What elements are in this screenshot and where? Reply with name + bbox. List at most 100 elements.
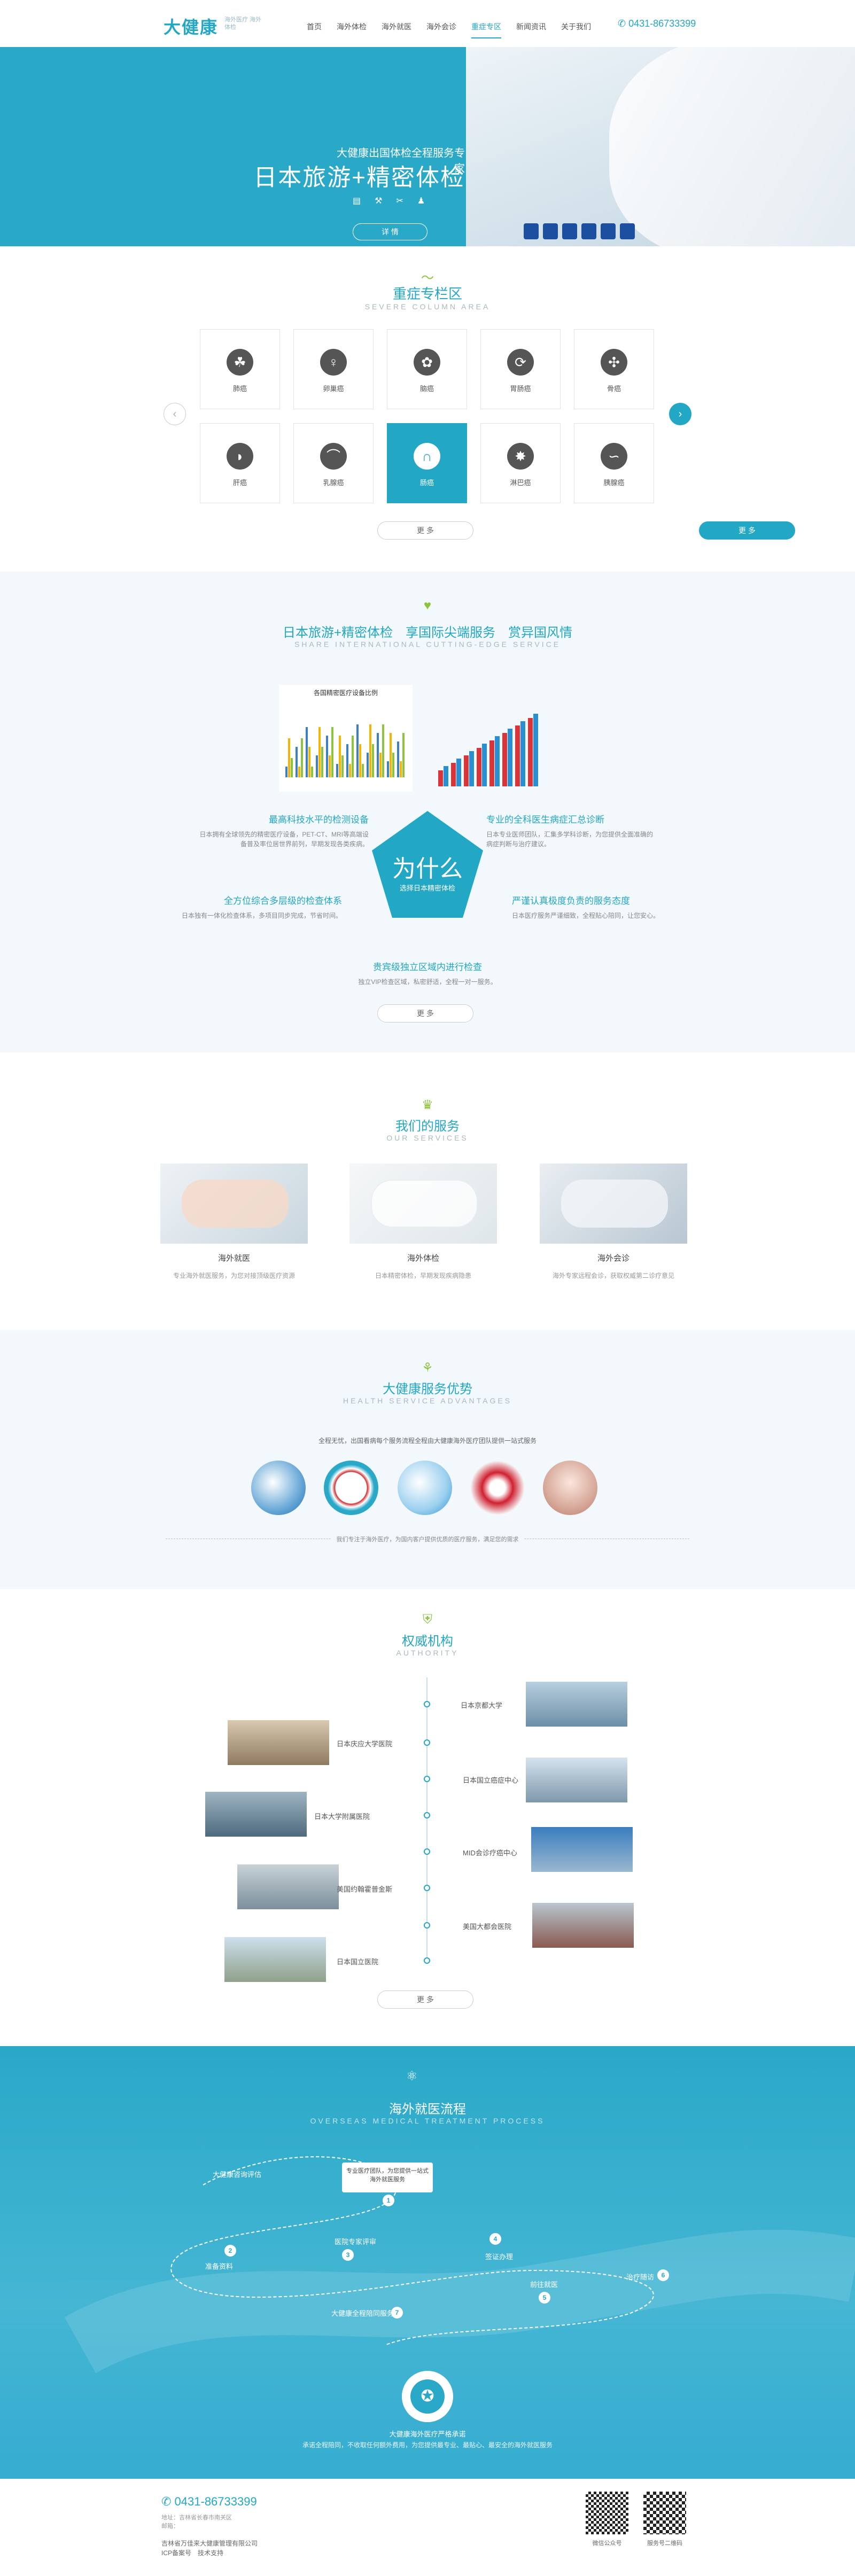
process-step-label: 大健康咨询评估: [213, 2171, 262, 2179]
stomach-icon: ⟳: [507, 349, 534, 376]
process-title: 海外就医流程: [389, 2102, 466, 2117]
service-card-2[interactable]: 海外体检 日本精密体检，早期发现疾病隐患: [349, 1164, 497, 1281]
institution-image[interactable]: [531, 1827, 633, 1872]
timeline-dot: [424, 1812, 430, 1818]
chart-bar-mark: [291, 758, 293, 777]
chart-bar-mark: [331, 727, 333, 777]
advantage-circle-2[interactable]: [324, 1461, 378, 1515]
process-step-node[interactable]: 2: [224, 2245, 236, 2257]
area-item-label: 骨癌: [607, 385, 621, 393]
site-header: 大健康 海外医疗 海外体检 首页 海外体检 海外就医 海外会诊 重症专区 新闻资…: [0, 0, 855, 47]
institution-image[interactable]: [205, 1792, 307, 1837]
authority-subtitle: AUTHORITY: [396, 1649, 459, 1657]
chart-bar-mark: [377, 733, 379, 777]
nav-home[interactable]: 首页: [299, 19, 329, 34]
why-subtitle: SHARE INTERNATIONAL CUTTING-EDGE SERVICE: [294, 640, 561, 649]
advantage-circle-1[interactable]: [251, 1461, 306, 1515]
nav-severe[interactable]: 重症专区: [464, 19, 509, 38]
footer-icp: ICP备案号 技术支持: [161, 2549, 224, 2557]
next-arrow-button[interactable]: ›: [669, 403, 691, 425]
advantage-circle-3[interactable]: [398, 1461, 452, 1515]
chart-bar-mark: [341, 755, 344, 777]
process-step-node[interactable]: 4: [489, 2233, 501, 2245]
service-desc: 专业海外就医服务，为您对接顶级医疗资源: [173, 1272, 295, 1279]
chart-bar-mark: [329, 755, 331, 777]
timeline-dot: [424, 1776, 430, 1782]
process-step-label: 治疗随访: [626, 2273, 655, 2281]
advantages-title: 大健康服务优势: [383, 1382, 472, 1396]
institution-name: 美国大都会医院: [463, 1923, 512, 1931]
area-item[interactable]: ◗ 肝癌: [200, 423, 280, 503]
logo-subtitle: 海外医疗 海外体检: [224, 17, 262, 30]
authority-more-button[interactable]: 更 多: [377, 1990, 473, 2009]
area-item[interactable]: ✸ 淋巴癌: [480, 423, 561, 503]
authority-title: 权威机构: [402, 1634, 453, 1649]
area-item[interactable]: ⌒ 乳腺癌: [293, 423, 374, 503]
tools-icon: ⚒: [375, 197, 383, 206]
institution-image[interactable]: [532, 1903, 634, 1948]
institution-image[interactable]: [237, 1864, 339, 1909]
process-step-node[interactable]: 3: [342, 2249, 354, 2261]
nav-checkup[interactable]: 海外体检: [329, 19, 374, 34]
institution-name: 日本京都大学: [461, 1701, 503, 1709]
chart-bar-mark: [311, 767, 313, 777]
why-item-desc: 日本医疗服务严谨细致，全程贴心陪同，让您安心。: [512, 912, 660, 919]
nav-about[interactable]: 关于我们: [554, 19, 598, 34]
wrench-icon: ✂: [396, 197, 403, 206]
footer-phone-number: 0431-86733399: [174, 2495, 257, 2508]
institution-image[interactable]: [526, 1758, 627, 1802]
main-nav: 首页 海外体检 海外就医 海外会诊 重症专区 新闻资讯 关于我们: [299, 19, 598, 38]
institution-image[interactable]: [228, 1720, 329, 1765]
advantage-circle-4[interactable]: [470, 1461, 525, 1515]
process-step-label: 医院专家评审: [335, 2238, 377, 2246]
area-item[interactable]: ∽ 胰腺癌: [574, 423, 654, 503]
institution-name: MID会诊疗癌中心: [463, 1849, 517, 1857]
why-big-text: 为什么: [392, 856, 463, 882]
area-more-button[interactable]: 更 多: [377, 521, 473, 540]
user-icon: ♟: [417, 197, 425, 206]
institution-image[interactable]: [224, 1937, 326, 1982]
area-item-label: 肠癌: [419, 479, 434, 487]
why-item-desc: 独立VIP检查区域，私密舒适，全程一对一服务。: [358, 978, 497, 986]
area-item[interactable]: ♀ 卵巢癌: [293, 329, 374, 409]
qr-label-2: 服务号二维码: [647, 2540, 682, 2547]
document-icon: ▤: [353, 197, 361, 206]
banner-title: 日本旅游+精密体检: [253, 165, 465, 191]
service-card-3[interactable]: 海外会诊 海外专家远程会诊，获取权威第二诊疗意见: [540, 1164, 687, 1281]
chart-3d-mark: [451, 763, 456, 786]
banner-detail-button[interactable]: 详 情: [353, 223, 428, 240]
area-title: 重症专栏区: [392, 286, 462, 302]
area-subtitle: SEVERE COLUMN AREA: [364, 302, 491, 311]
process-step-node[interactable]: 1: [383, 2195, 394, 2206]
chart1-title: 各国精密医疗设备比例: [313, 689, 378, 697]
prev-arrow-button[interactable]: ‹: [164, 403, 186, 425]
advantage-circle-5[interactable]: [543, 1461, 597, 1515]
nav-consult[interactable]: 海外会诊: [419, 19, 464, 34]
nav-treatment[interactable]: 海外就医: [374, 19, 419, 34]
ovary-icon: ♀: [320, 349, 347, 376]
area-item[interactable]: ✣ 骨癌: [574, 329, 654, 409]
logo[interactable]: 大健康: [164, 14, 218, 38]
area-item[interactable]: ∩ 肠癌: [387, 423, 467, 503]
chart-bar-mark: [379, 753, 382, 777]
chart-3d-mark: [502, 733, 507, 786]
service-card-1[interactable]: 海外就医 专业海外就医服务，为您对接顶级医疗资源: [160, 1164, 308, 1281]
chart-bar-mark: [346, 744, 348, 777]
nav-news[interactable]: 新闻资讯: [509, 19, 554, 34]
process-step-node[interactable]: 6: [657, 2269, 669, 2281]
why-item-2: 专业的全科医生病症汇总诊断 日本专业医师团队，汇集多学科诊断，为您提供全面准确的…: [486, 812, 657, 849]
process-step-node[interactable]: 5: [539, 2292, 550, 2304]
area-more-button-hover[interactable]: 更 多: [699, 521, 795, 540]
footer-email: 邮箱：: [161, 2523, 179, 2530]
chart-bar-mark: [316, 755, 318, 777]
qr-label-1: 微信公众号: [592, 2540, 622, 2547]
why-more-button[interactable]: 更 多: [377, 1004, 473, 1022]
institution-image[interactable]: [526, 1682, 627, 1727]
pancreas-icon: ∽: [601, 443, 627, 470]
area-item[interactable]: ☘ 肺癌: [200, 329, 280, 409]
area-item[interactable]: ⟳ 胃肠癌: [480, 329, 561, 409]
area-item-label: 卵巢癌: [323, 385, 344, 393]
chart-bar-mark: [372, 744, 374, 777]
chart-3d: [428, 685, 577, 792]
area-item[interactable]: ✿ 脑癌: [387, 329, 467, 409]
